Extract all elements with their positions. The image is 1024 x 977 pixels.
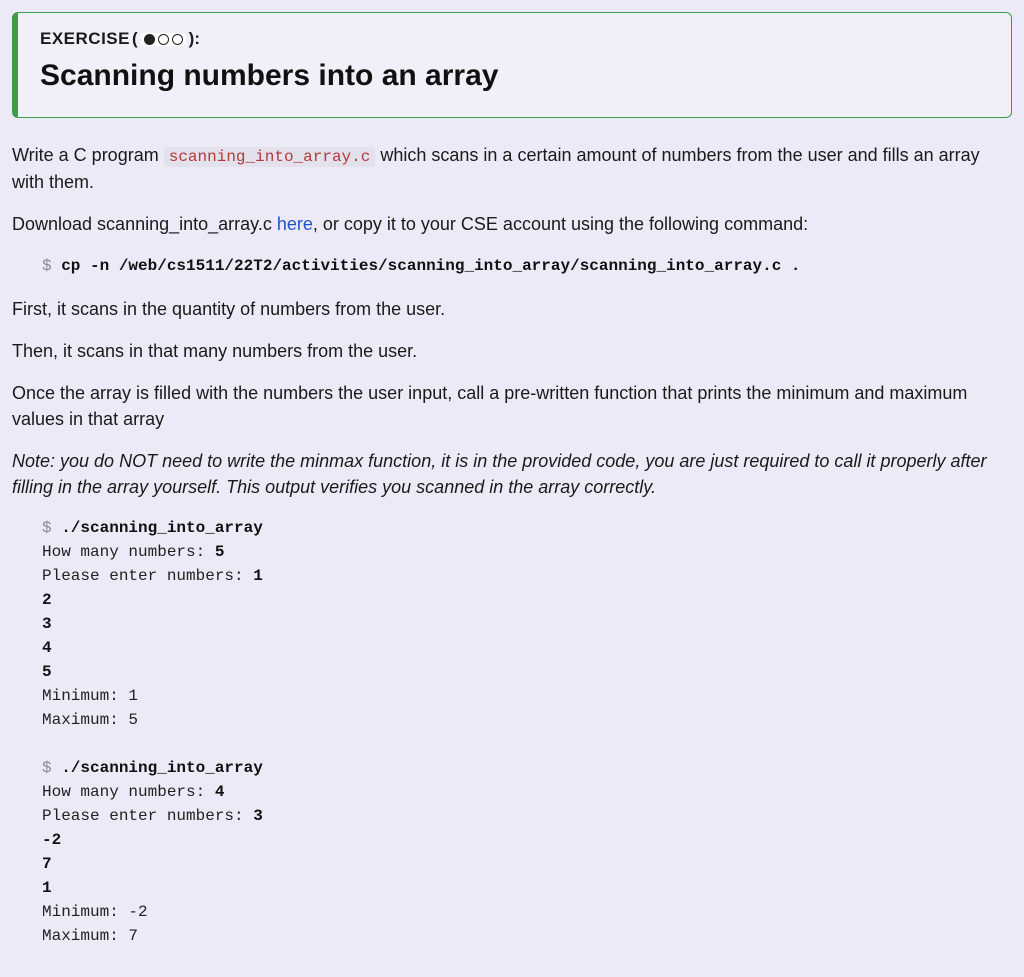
user-input: 7 <box>42 855 52 873</box>
user-input: 4 <box>215 783 225 801</box>
download-paragraph: Download scanning_into_array.c here, or … <box>12 211 1012 237</box>
user-input: 4 <box>42 639 52 657</box>
output-line: Maximum: 5 <box>42 711 138 729</box>
step-1: First, it scans in the quantity of numbe… <box>12 296 1012 322</box>
output-line: Please enter numbers: <box>42 567 253 585</box>
intro-paragraph-1: Write a C program scanning_into_array.c … <box>12 142 1012 195</box>
text-segment: , or copy it to your CSE account using t… <box>313 214 808 234</box>
user-input: 1 <box>42 879 52 897</box>
output-line: Minimum: 1 <box>42 687 138 705</box>
user-input: 3 <box>253 807 263 825</box>
exercise-word: EXERCISE <box>40 27 130 52</box>
output-line: How many numbers: <box>42 543 215 561</box>
user-input: 5 <box>42 663 52 681</box>
copy-command-block: $ cp -n /web/cs1511/22T2/activities/scan… <box>12 254 1012 278</box>
sample-run-1: $ ./scanning_into_array How many numbers… <box>12 516 1012 948</box>
copy-command: cp -n /web/cs1511/22T2/activities/scanni… <box>61 257 800 275</box>
user-input: 5 <box>215 543 225 561</box>
step-2: Then, it scans in that many numbers from… <box>12 338 1012 364</box>
difficulty-dot-empty-icon <box>172 34 183 45</box>
output-line: Please enter numbers: <box>42 807 253 825</box>
difficulty-dot-empty-icon <box>158 34 169 45</box>
output-line: How many numbers: <box>42 783 215 801</box>
step-3: Once the array is filled with the number… <box>12 380 1012 432</box>
user-input: -2 <box>42 831 61 849</box>
download-link[interactable]: here <box>277 214 313 234</box>
difficulty-dot-filled-icon <box>144 34 155 45</box>
shell-prompt: $ <box>42 759 61 777</box>
exercise-title: Scanning numbers into an array <box>40 54 989 98</box>
text-segment: Write a C program <box>12 145 164 165</box>
difficulty-badge <box>141 33 186 46</box>
output-line: Minimum: -2 <box>42 903 148 921</box>
label-close: ): <box>189 27 200 52</box>
note-paragraph: Note: you do NOT need to write the minma… <box>12 448 1012 500</box>
shell-prompt: $ <box>42 519 61 537</box>
note-text: Note: you do NOT need to write the minma… <box>12 451 987 497</box>
user-input: 3 <box>42 615 52 633</box>
text-segment: Download scanning_into_array.c <box>12 214 277 234</box>
user-input: 1 <box>253 567 263 585</box>
filename-code: scanning_into_array.c <box>164 147 376 167</box>
shell-prompt: $ <box>42 257 61 275</box>
label-open-paren: ( <box>132 27 138 52</box>
user-input: 2 <box>42 591 52 609</box>
output-line: Maximum: 7 <box>42 927 138 945</box>
exercise-label-line: EXERCISE ( ): <box>40 27 989 52</box>
run-command: ./scanning_into_array <box>61 519 263 537</box>
exercise-header-box: EXERCISE ( ): Scanning numbers into an a… <box>12 12 1012 118</box>
run-command: ./scanning_into_array <box>61 759 263 777</box>
